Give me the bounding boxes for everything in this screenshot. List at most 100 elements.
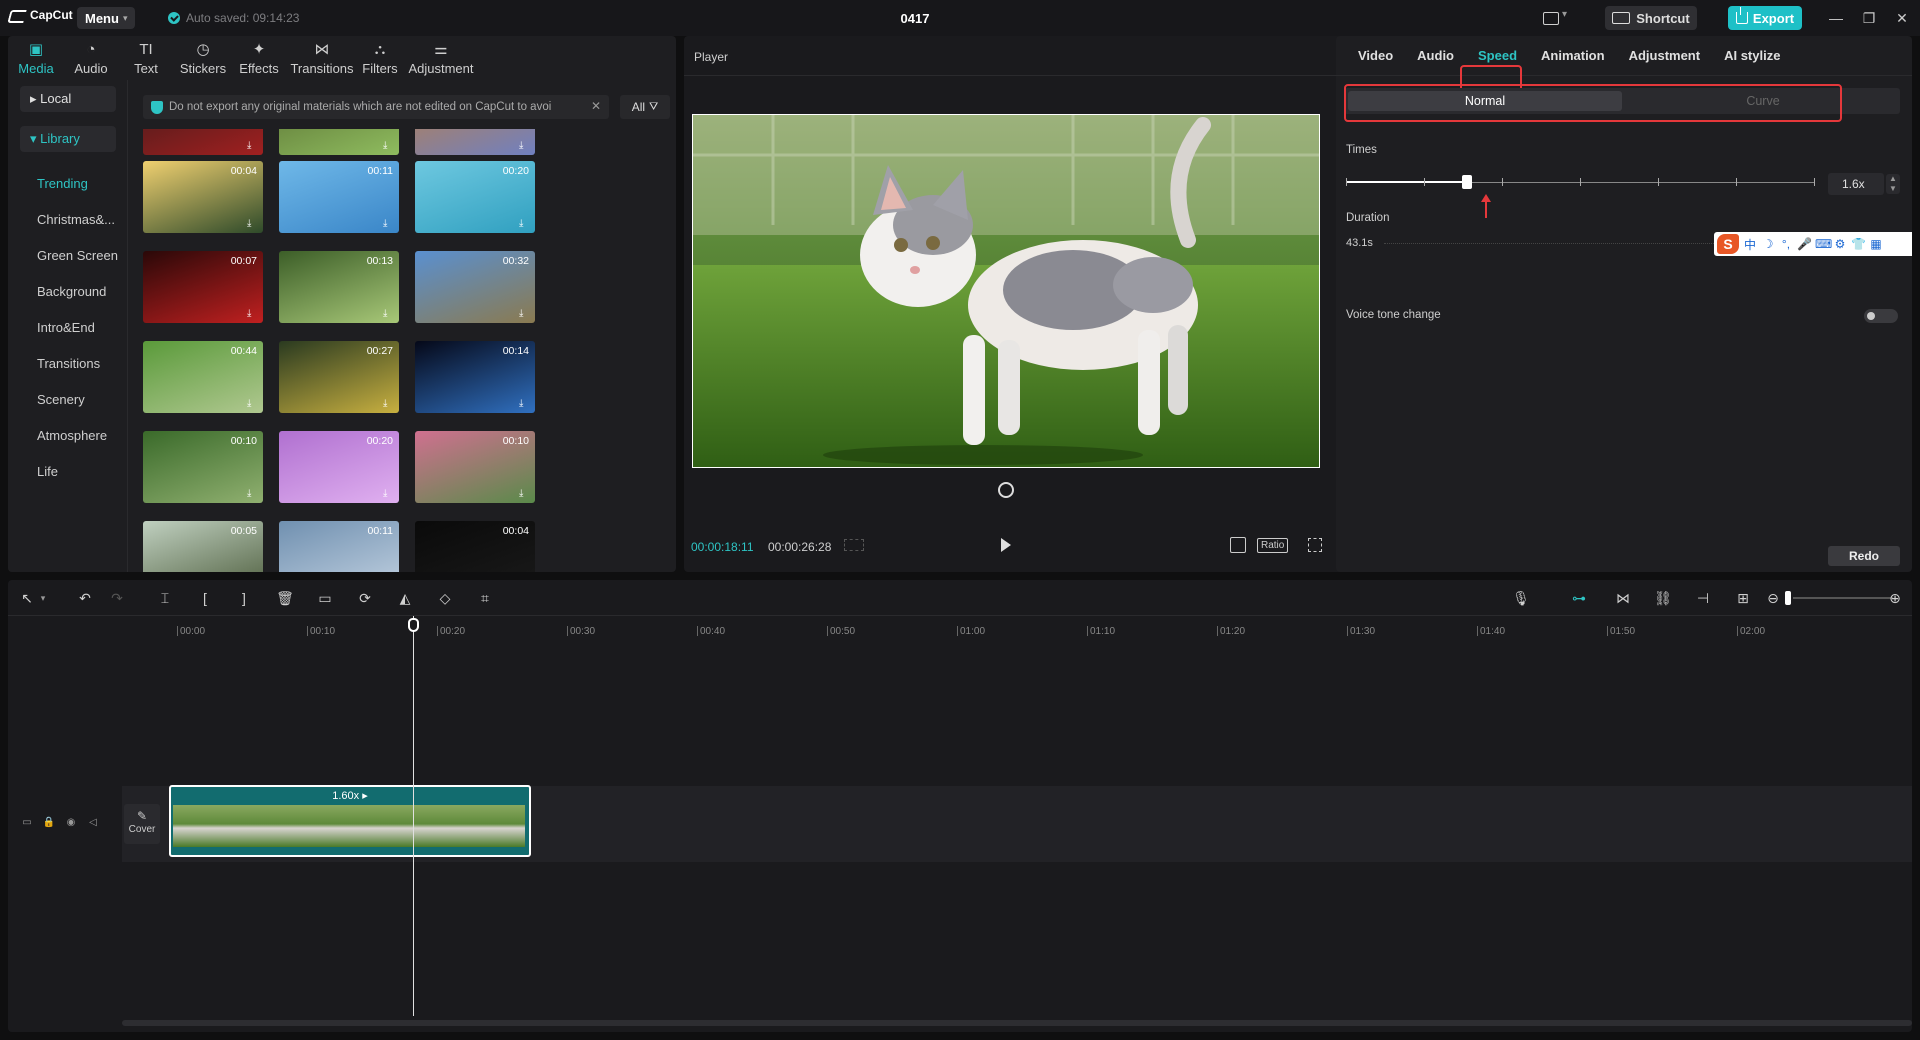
- rotate-icon[interactable]: ◇: [436, 589, 454, 607]
- media-thumbnail[interactable]: 00:11⤓: [279, 521, 399, 572]
- preview-axis-icon[interactable]: ⊣: [1694, 589, 1712, 607]
- speaker-icon[interactable]: ◁: [86, 816, 100, 830]
- video-clip[interactable]: 1.60x ▸: [169, 785, 531, 857]
- tab-adjustment[interactable]: Adjustment: [1617, 36, 1713, 76]
- download-icon[interactable]: ⤓: [383, 489, 393, 499]
- media-thumbnail[interactable]: ⤓: [279, 129, 399, 155]
- split-icon[interactable]: ⌶: [156, 589, 174, 607]
- fullscreen-icon[interactable]: [1308, 538, 1322, 552]
- sidebar-item-green-screen[interactable]: Green Screen: [37, 248, 118, 263]
- lock-icon[interactable]: 🔒: [42, 816, 56, 830]
- download-icon[interactable]: ⤓: [383, 219, 393, 229]
- ime-settings-icon[interactable]: ⚙: [1833, 237, 1847, 251]
- ime-keyboard-icon[interactable]: ⌨: [1815, 237, 1832, 251]
- media-thumbnail[interactable]: 00:05⤓: [143, 521, 263, 572]
- download-icon[interactable]: ⤓: [247, 141, 257, 151]
- sidebar-item-life[interactable]: Life: [37, 464, 58, 479]
- microphone-icon[interactable]: 🎙: [1512, 589, 1530, 607]
- sidebar-item-intro-end[interactable]: Intro&End: [37, 320, 95, 335]
- tab-video[interactable]: Video: [1346, 36, 1405, 76]
- tab-animation[interactable]: Animation: [1529, 36, 1617, 76]
- ime-skin-icon[interactable]: 👕: [1851, 237, 1866, 251]
- ime-mic-icon[interactable]: 🎤: [1797, 237, 1812, 251]
- download-icon[interactable]: ⤓: [247, 399, 257, 409]
- ime-punct-icon[interactable]: °,: [1779, 237, 1793, 251]
- thumbnail-view-icon[interactable]: ⊞: [1734, 589, 1752, 607]
- download-icon[interactable]: ⤓: [247, 489, 257, 499]
- cover-button[interactable]: Cover: [124, 804, 160, 844]
- media-thumbnail[interactable]: 00:44 ⤓: [143, 341, 263, 413]
- ime-chinese-icon[interactable]: 中: [1743, 236, 1757, 253]
- times-input[interactable]: 1.6x: [1828, 173, 1884, 195]
- playhead[interactable]: [413, 616, 414, 1016]
- mirror-icon[interactable]: ◭: [396, 589, 414, 607]
- track-video-icon[interactable]: ▭: [20, 816, 34, 830]
- crop-icon[interactable]: ⌗: [476, 589, 494, 607]
- tab-media[interactable]: ▣ Media: [14, 36, 58, 80]
- video-preview[interactable]: [692, 114, 1320, 468]
- tab-audio[interactable]: Audio: [1405, 36, 1466, 76]
- tab-text[interactable]: TI Text: [116, 36, 176, 80]
- export-button[interactable]: Export: [1728, 6, 1802, 30]
- media-thumbnail[interactable]: 00:11⤓: [279, 161, 399, 233]
- sidebar-item-transitions[interactable]: Transitions: [37, 356, 100, 371]
- sidebar-item-background[interactable]: Background: [37, 284, 106, 299]
- play-icon[interactable]: [1001, 538, 1011, 552]
- ime-toolbar[interactable]: S 中 ☽ °, 🎤 ⌨ ⚙ 👕 ▦: [1714, 232, 1912, 256]
- sidebar-item-trending[interactable]: Trending: [37, 176, 88, 191]
- sidebar-item-christmas[interactable]: Christmas&...: [37, 212, 115, 227]
- zoom-slider-track[interactable]: [1793, 597, 1893, 599]
- layout-icon[interactable]: [1543, 9, 1573, 26]
- linkage-icon[interactable]: ⛓: [1654, 589, 1672, 607]
- zoom-out-icon[interactable]: ⊖: [1764, 589, 1782, 607]
- media-thumbnail[interactable]: 00:04 ⤓: [143, 161, 263, 233]
- voice-tone-toggle[interactable]: [1864, 309, 1898, 323]
- main-track-magnet-icon[interactable]: ⊶: [1570, 589, 1588, 607]
- ime-moon-icon[interactable]: ☽: [1761, 237, 1775, 251]
- media-thumbnail[interactable]: ⤓: [415, 129, 535, 155]
- close-icon[interactable]: ✕: [591, 99, 601, 113]
- download-icon[interactable]: ⤓: [519, 141, 529, 151]
- ime-menu-icon[interactable]: ▦: [1869, 237, 1883, 251]
- zoom-slider-knob[interactable]: [1785, 591, 1791, 605]
- download-icon[interactable]: ⤓: [519, 399, 529, 409]
- tab-transitions[interactable]: ⋈ Transitions: [288, 36, 356, 80]
- split-left-icon[interactable]: [: [196, 589, 214, 607]
- duration-slider[interactable]: [1384, 243, 1714, 244]
- tab-ai-stylize[interactable]: AI stylize: [1712, 36, 1792, 76]
- filter-dropdown[interactable]: All ⛛: [620, 95, 670, 119]
- close-button[interactable]: ✕: [1892, 8, 1912, 28]
- media-thumbnail[interactable]: 00:32 ⤓: [415, 251, 535, 323]
- media-thumbnail[interactable]: 00:20 ⤓: [279, 431, 399, 503]
- sidebar-item-atmosphere[interactable]: Atmosphere: [37, 428, 107, 443]
- playhead-handle[interactable]: [408, 618, 419, 632]
- rotate-icon[interactable]: [998, 482, 1014, 498]
- download-icon[interactable]: ⤓: [247, 219, 257, 229]
- media-thumbnail[interactable]: 00:07 ⤓: [143, 251, 263, 323]
- media-thumbnail[interactable]: 00:20 ⤓: [415, 161, 535, 233]
- download-icon[interactable]: ⤓: [383, 141, 393, 151]
- download-icon[interactable]: ⤓: [383, 309, 393, 319]
- menu-button[interactable]: Menu ▾: [77, 7, 136, 29]
- reverse-icon[interactable]: ⟳: [356, 589, 374, 607]
- download-icon[interactable]: ⤓: [519, 489, 529, 499]
- media-thumbnail[interactable]: ⤓: [143, 129, 263, 155]
- timecode-icon[interactable]: [844, 539, 864, 551]
- sidebar-item-library[interactable]: ▾ Library: [20, 126, 116, 152]
- media-thumbnail[interactable]: 00:10 ⤓: [415, 431, 535, 503]
- auto-snap-icon[interactable]: ⋈: [1614, 589, 1632, 607]
- media-thumbnail[interactable]: 00:13 ⤓: [279, 251, 399, 323]
- shortcut-button[interactable]: Shortcut: [1605, 6, 1697, 30]
- tab-filters[interactable]: ⛬ Filters: [356, 36, 404, 80]
- tab-stickers[interactable]: ◷ Stickers: [176, 36, 230, 80]
- redo-button[interactable]: Redo: [1828, 546, 1900, 566]
- download-icon[interactable]: ⤓: [247, 309, 257, 319]
- times-stepper[interactable]: ▲ ▼: [1886, 174, 1900, 194]
- minimize-button[interactable]: —: [1826, 8, 1846, 28]
- tab-adjustment[interactable]: ⚌ Adjustment: [404, 36, 478, 80]
- speed-slider-knob[interactable]: [1461, 175, 1472, 189]
- ratio-button[interactable]: Ratio: [1257, 538, 1289, 553]
- media-thumbnail[interactable]: 00:14 ⤓: [415, 341, 535, 413]
- timeline-scrollbar[interactable]: [122, 1020, 1912, 1026]
- split-right-icon[interactable]: ]: [235, 589, 253, 607]
